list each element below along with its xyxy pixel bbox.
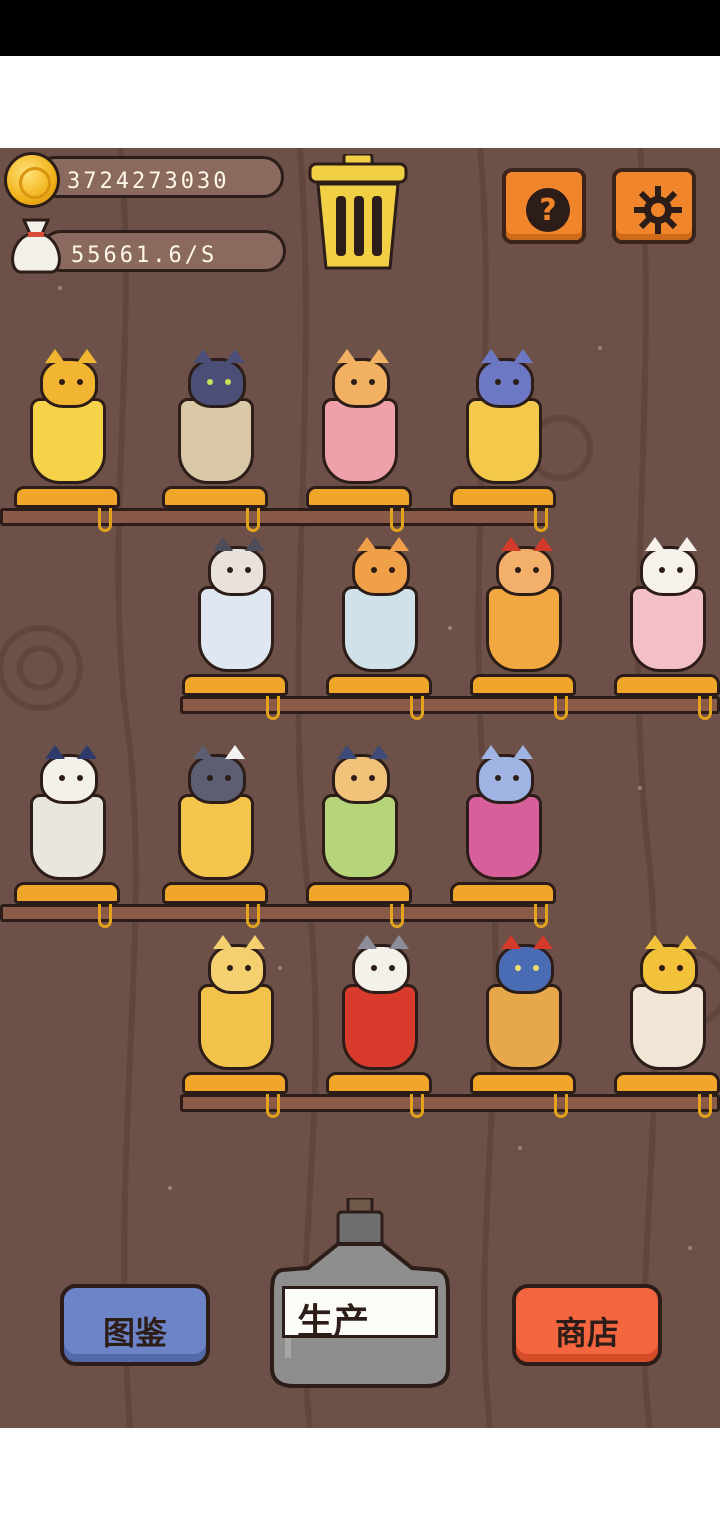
cat-slot[interactable] [168,934,308,1118]
produce-label: 生产 [297,1302,370,1343]
help-button[interactable]: ? [502,168,586,244]
cat-slot[interactable] [0,744,140,928]
collection-button[interactable]: 图鉴 [60,1284,210,1366]
cat-slot[interactable] [292,348,432,532]
game-scene: 3724273030 55661.6/S ? 图鉴 生产 商店 [0,148,720,1428]
shop-label: 商店 [554,1314,619,1352]
cat-slot[interactable] [456,536,596,720]
cat-slot[interactable] [436,348,576,532]
shop-button[interactable]: 商店 [512,1284,662,1366]
collection-label: 图鉴 [102,1314,167,1352]
produce-label-box: 生产 [282,1286,438,1343]
cat-slot[interactable] [456,934,596,1118]
coin-icon [4,152,60,208]
settings-button[interactable] [612,168,696,244]
cat-slot[interactable] [0,348,140,532]
shelf-1 [0,508,548,526]
question-icon: ? [526,188,570,232]
produce-button[interactable]: 生产 [268,1198,452,1388]
cat-slot[interactable] [312,934,452,1118]
trash-can-icon[interactable] [306,154,410,272]
shelf-2 [180,696,720,714]
coin-amount: 3724273030 [67,169,230,194]
income-counter: 55661.6/S [40,230,286,272]
cat-slot[interactable] [148,348,288,532]
coin-counter: 3724273030 [34,156,284,198]
shelf-3 [0,904,548,922]
cat-slot[interactable] [148,744,288,928]
income-rate: 55661.6/S [71,243,218,268]
cat-slot[interactable] [436,744,576,928]
cat-slot[interactable] [292,744,432,928]
cat-slot[interactable] [600,934,720,1118]
cat-slot[interactable] [168,536,308,720]
cat-slot[interactable] [600,536,720,720]
gear-icon [634,186,682,234]
status-bar [0,0,720,56]
cat-slot[interactable] [312,536,452,720]
money-bag-icon [11,218,61,274]
shelf-4 [180,1094,720,1112]
svg-text:?: ? [539,193,556,228]
